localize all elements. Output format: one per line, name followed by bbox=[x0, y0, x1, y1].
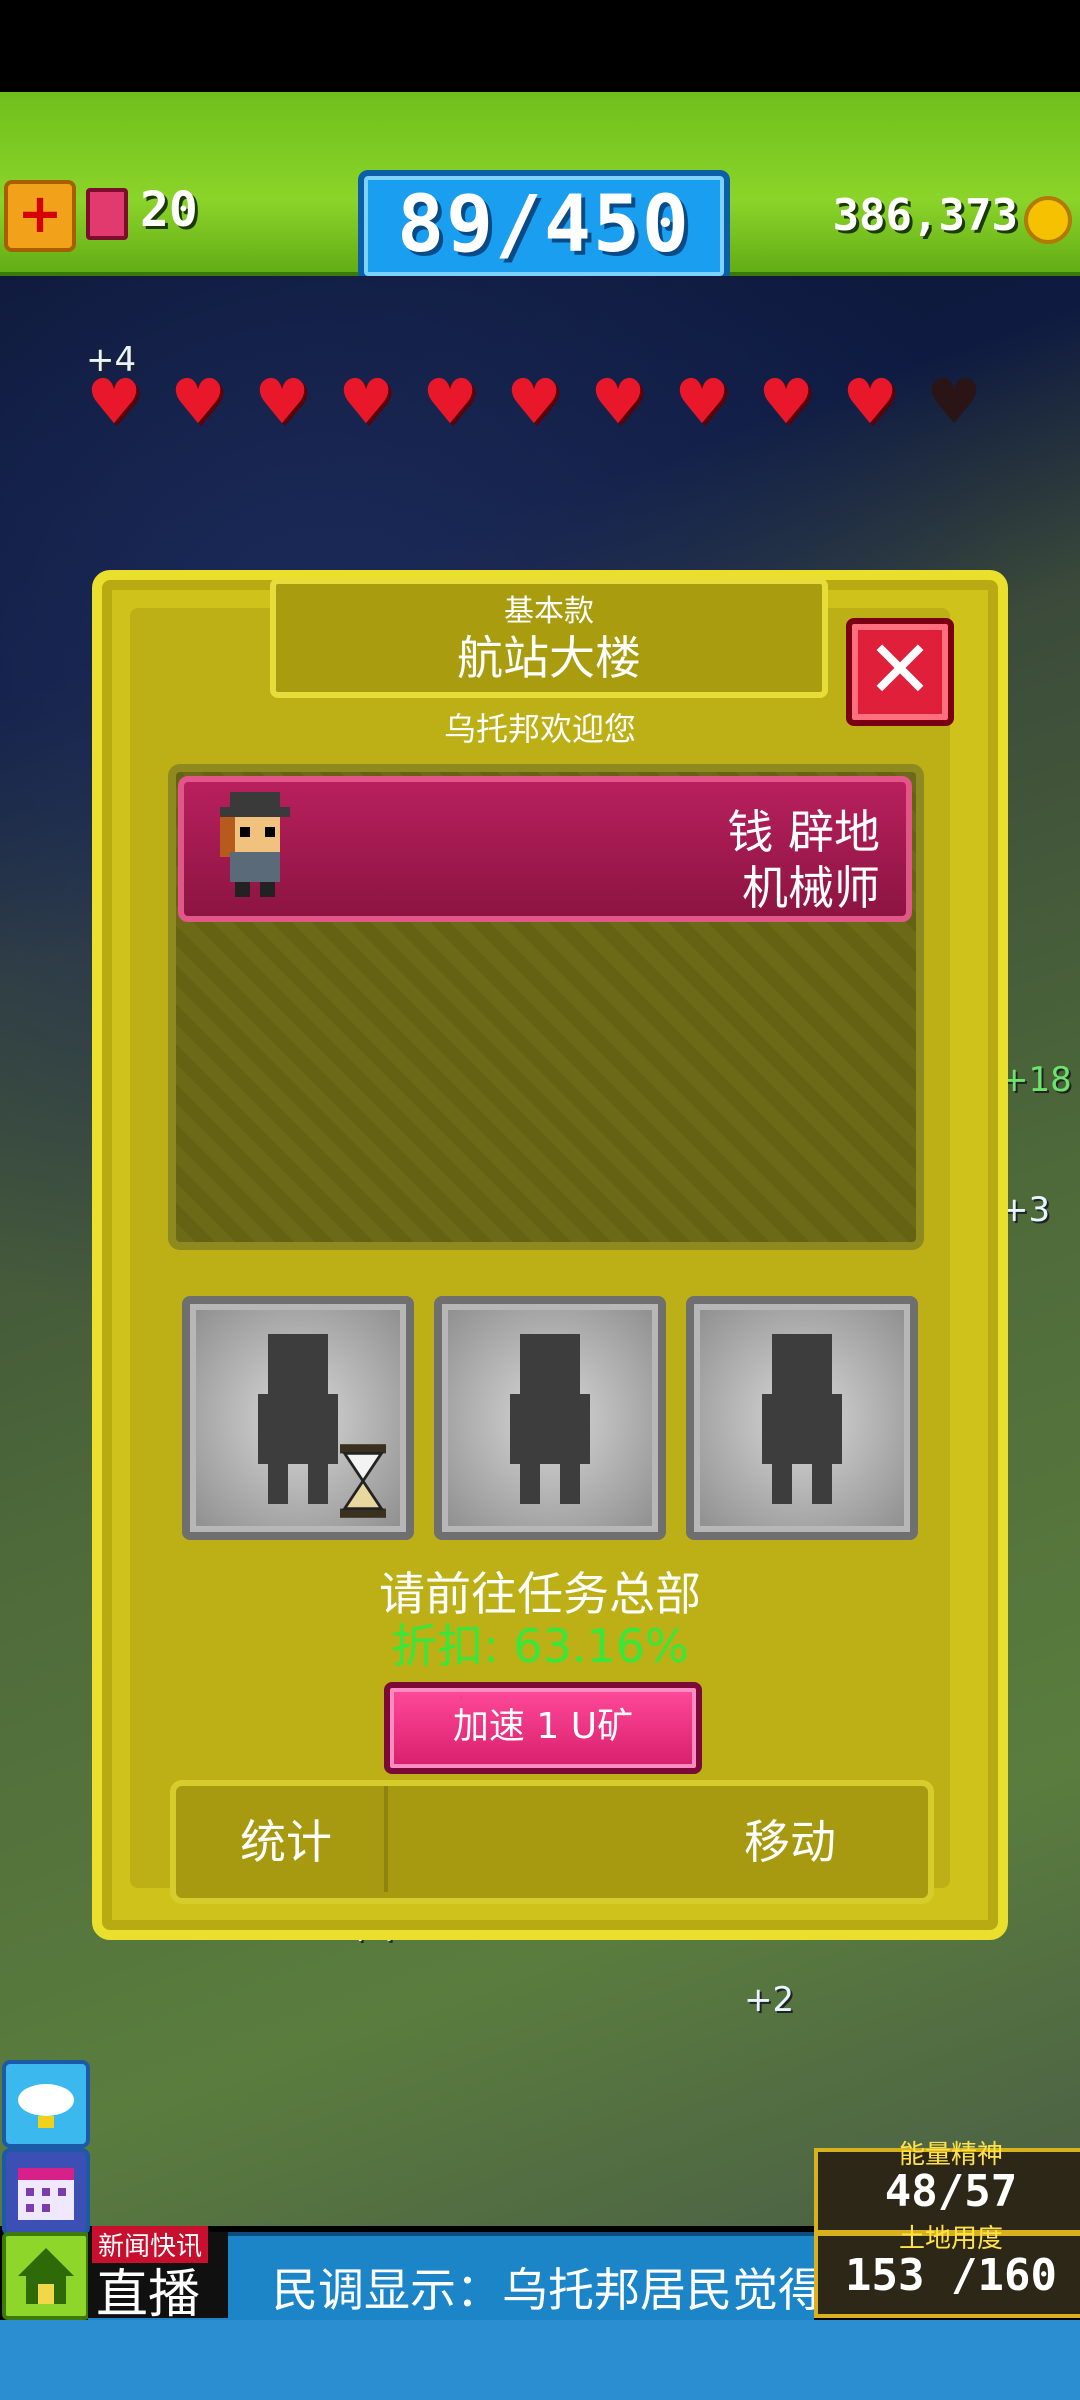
resident-job: 机械师 bbox=[742, 861, 880, 915]
heart-icon: ♥ bbox=[338, 365, 394, 438]
silhouette-icon bbox=[258, 1334, 338, 1504]
bottom-band bbox=[0, 2320, 1080, 2400]
heart-icon: ♥ bbox=[254, 365, 310, 438]
hearts-row: ♥ ♥ ♥ ♥ ♥ ♥ ♥ ♥ ♥ ♥ ♥ bbox=[84, 365, 1004, 438]
tab-stats[interactable]: 统计 bbox=[170, 1806, 402, 1872]
discount-text: 折扣: 63.16% bbox=[391, 1619, 689, 1673]
heart-icon: ♥ bbox=[758, 365, 814, 438]
live-text: 直播 bbox=[96, 2265, 201, 2325]
calendar-icon bbox=[18, 2168, 74, 2220]
calendar-icon[interactable] bbox=[2, 2148, 90, 2236]
silhouette-icon bbox=[762, 1334, 842, 1504]
cloud-icon[interactable] bbox=[2, 2060, 90, 2148]
plus-indicator: +2 bbox=[744, 1980, 795, 2020]
home-icon bbox=[18, 2248, 74, 2304]
land-value: 153 /160 bbox=[845, 2250, 1057, 2301]
resident-avatar bbox=[220, 792, 290, 897]
population-text: 89/450 bbox=[397, 180, 691, 270]
heart-icon: ♥ bbox=[674, 365, 730, 438]
ticket-count: 20 bbox=[140, 182, 198, 238]
ticket-icon bbox=[86, 188, 128, 240]
land-widget[interactable]: 土地用度 153 /160 bbox=[814, 2224, 1080, 2318]
ticker-text: 民调显示：乌托邦居民觉得 bbox=[272, 2263, 824, 2317]
resident-slot[interactable] bbox=[686, 1296, 918, 1540]
resident-slot[interactable] bbox=[434, 1296, 666, 1540]
tab-move[interactable]: 移动 bbox=[690, 1806, 890, 1872]
plus-icon[interactable]: + bbox=[4, 180, 76, 252]
heart-icon: ♥ bbox=[590, 365, 646, 438]
heart-icon: ♥ bbox=[926, 365, 982, 438]
welcome-text: 乌托邦欢迎您 bbox=[443, 710, 636, 748]
building-title: 航站大楼 bbox=[457, 631, 641, 685]
energy-value: 48/57 bbox=[884, 2166, 1018, 2217]
coin-count: 386,373 bbox=[832, 190, 1018, 241]
coin-icon bbox=[1024, 196, 1072, 244]
heart-icon: ♥ bbox=[842, 365, 898, 438]
plus-indicator: +18 bbox=[1000, 1060, 1072, 1100]
population-counter[interactable]: 89/450 bbox=[358, 170, 730, 282]
heart-icon: ♥ bbox=[506, 365, 562, 438]
status-bar bbox=[0, 0, 1080, 92]
resident-slot[interactable] bbox=[182, 1296, 414, 1540]
heart-icon: ♥ bbox=[422, 365, 478, 438]
heart-icon: ♥ bbox=[170, 365, 226, 438]
silhouette-icon bbox=[510, 1334, 590, 1504]
cloud-icon bbox=[18, 2084, 74, 2128]
home-icon[interactable] bbox=[2, 2232, 90, 2320]
speed-up-button[interactable]: 加速 1 U矿 bbox=[384, 1682, 702, 1774]
heart-icon: ♥ bbox=[86, 365, 142, 438]
hourglass-icon bbox=[340, 1444, 386, 1518]
